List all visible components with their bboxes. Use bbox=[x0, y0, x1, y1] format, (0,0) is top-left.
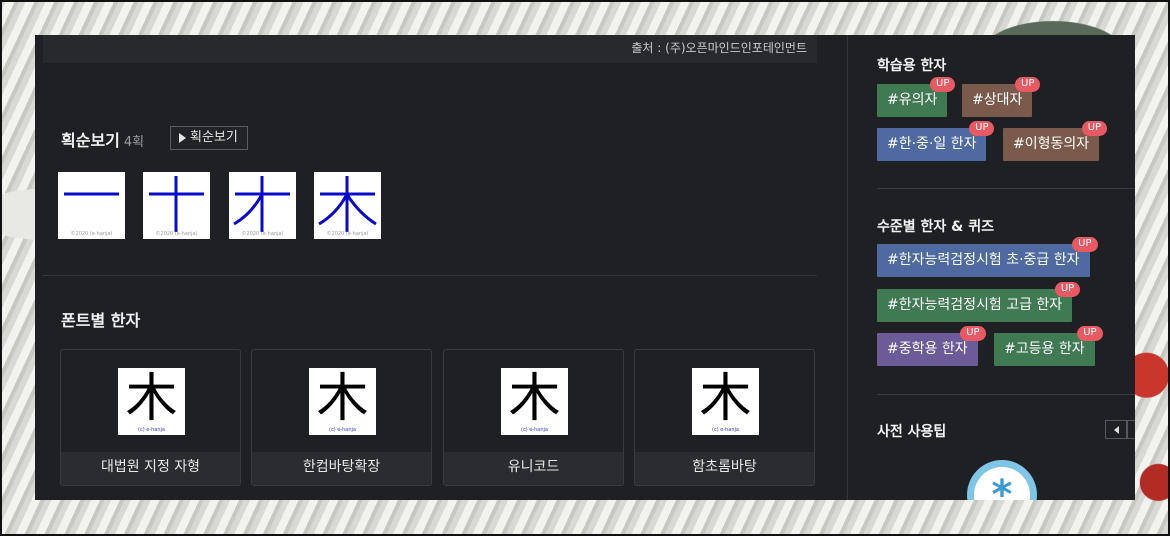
font-card-label: 함초롬바탕 bbox=[635, 452, 814, 485]
sidebar-divider bbox=[877, 188, 1135, 189]
stroke-order-title: 획순보기 4획 bbox=[61, 127, 144, 151]
tip-star-icon: * bbox=[991, 472, 1013, 500]
tag-antonym[interactable]: #상대자 UP bbox=[962, 77, 1041, 117]
tag-middle-school[interactable]: #중학용 한자 UP bbox=[877, 326, 986, 366]
font-card-label: 한컴바탕확장 bbox=[252, 452, 431, 485]
tips-next-button[interactable] bbox=[1127, 420, 1135, 439]
font-glyph-copyright: (c) e-hanja bbox=[329, 427, 356, 433]
font-glyph-copyright: (c) e-hanja bbox=[138, 427, 165, 433]
stroke-order-play-button[interactable]: 획순보기 bbox=[170, 126, 248, 150]
stroke-step-2: ©2020 (e-hanja) bbox=[143, 172, 210, 239]
section-divider bbox=[43, 275, 817, 276]
font-glyph: 木 bbox=[508, 369, 561, 429]
dictionary-tips-title: 사전 사용팁 bbox=[877, 424, 947, 440]
stroke-copyright: ©2020 (e-hanja) bbox=[241, 231, 284, 237]
stroke-step-4: ©2020 (e-hanja) bbox=[314, 172, 381, 239]
stroke-order-title-text: 획순보기 bbox=[61, 131, 120, 150]
font-card-supreme-court[interactable]: 木 (c) e-hanja 대법원 지정 자형 bbox=[60, 349, 241, 486]
tag-exam-basic[interactable]: #한자능력검정시험 초·중급 한자 UP bbox=[877, 237, 1098, 277]
tag-exam-advanced[interactable]: #한자능력검정시험 고급 한자 UP bbox=[877, 282, 1081, 322]
font-glyph-box: 木 (c) e-hanja bbox=[692, 368, 759, 435]
font-card-unicode[interactable]: 木 (c) e-hanja 유니코드 bbox=[443, 349, 624, 486]
font-variants-title: 폰트별 한자 bbox=[61, 311, 141, 330]
font-card-label: 유니코드 bbox=[444, 452, 623, 485]
tip-illustration: * bbox=[967, 460, 1037, 500]
tag-label: #상대자 bbox=[972, 92, 1023, 108]
font-card-hamchorom[interactable]: 木 (c) e-hanja 함초롬바탕 bbox=[634, 349, 815, 486]
tag-label: #이형동의자 bbox=[1013, 136, 1090, 152]
up-badge: UP bbox=[1054, 282, 1081, 297]
up-badge: UP bbox=[960, 326, 986, 341]
source-notice-bar: 출처 : (주)오픈마인드인포테인먼트 bbox=[43, 35, 817, 63]
stroke-step-3: ©2020 (e-hanja) bbox=[229, 172, 296, 239]
level-hanja-quiz-title: 수준별 한자 & 퀴즈 bbox=[877, 219, 994, 235]
font-glyph-box: 木 (c) e-hanja bbox=[309, 368, 376, 435]
font-card-hancom[interactable]: 木 (c) e-hanja 한컴바탕확장 bbox=[251, 349, 432, 486]
tag-korea-china-japan[interactable]: #한·중·일 한자 UP bbox=[877, 121, 995, 161]
tips-carousel-controls bbox=[1105, 420, 1135, 439]
stroke-step-1: ©2020 (e-hanja) bbox=[58, 172, 125, 239]
stroke-count: 4획 bbox=[123, 135, 145, 150]
tag-label: #한자능력검정시험 초·중급 한자 bbox=[887, 252, 1080, 268]
up-badge: UP bbox=[1015, 77, 1041, 92]
tag-label: #한·중·일 한자 bbox=[887, 136, 977, 152]
tag-label: #중학용 한자 bbox=[887, 341, 968, 357]
stroke-copyright: ©2020 (e-hanja) bbox=[326, 231, 369, 237]
up-badge: UP bbox=[930, 77, 956, 92]
play-icon bbox=[179, 133, 186, 143]
font-glyph: 木 bbox=[125, 369, 178, 429]
main-column: 출처 : (주)오픈마인드인포테인먼트 획순보기 4획 획순보기 ©2020 (e… bbox=[35, 35, 847, 500]
font-glyph-box: 木 (c) e-hanja bbox=[501, 368, 568, 435]
source-notice-text: 출처 : (주)오픈마인드인포테인먼트 bbox=[631, 41, 807, 55]
stroke-order-play-label: 획순보기 bbox=[190, 130, 238, 145]
content-panel: 출처 : (주)오픈마인드인포테인먼트 획순보기 4획 획순보기 ©2020 (e… bbox=[35, 35, 1135, 500]
tag-label: #고등용 한자 bbox=[1004, 341, 1085, 357]
tag-variant-synonym[interactable]: #이형동의자 UP bbox=[1003, 121, 1108, 161]
font-card-label: 대법원 지정 자형 bbox=[61, 452, 240, 485]
up-badge: UP bbox=[1081, 121, 1108, 136]
font-glyph-box: 木 (c) e-hanja bbox=[118, 368, 185, 435]
stroke-copyright: ©2020 (e-hanja) bbox=[155, 231, 198, 237]
tag-label: #유의자 bbox=[887, 92, 938, 108]
stroke-copyright: ©2020 (e-hanja) bbox=[70, 231, 113, 237]
font-glyph-copyright: (c) e-hanja bbox=[521, 427, 548, 433]
font-glyph: 木 bbox=[699, 369, 752, 429]
sidebar-divider bbox=[877, 394, 1135, 395]
sidebar: 학습용 한자 #유의자 UP #상대자 UP #한·중·일 한자 UP #이형동… bbox=[847, 35, 1135, 500]
tag-label: #한자능력검정시험 고급 한자 bbox=[887, 297, 1063, 313]
learning-hanja-title: 학습용 한자 bbox=[877, 58, 947, 74]
tag-synonym[interactable]: #유의자 UP bbox=[877, 77, 956, 117]
up-badge: UP bbox=[1077, 326, 1103, 341]
up-badge: UP bbox=[969, 121, 995, 136]
up-badge: UP bbox=[1072, 237, 1098, 252]
arrow-left-icon bbox=[1113, 425, 1119, 434]
tag-high-school[interactable]: #고등용 한자 UP bbox=[994, 326, 1103, 366]
tip-illustration-inner: * bbox=[974, 467, 1030, 500]
font-glyph-copyright: (c) e-hanja bbox=[712, 427, 739, 433]
font-glyph: 木 bbox=[316, 369, 369, 429]
tips-prev-button[interactable] bbox=[1105, 420, 1127, 439]
